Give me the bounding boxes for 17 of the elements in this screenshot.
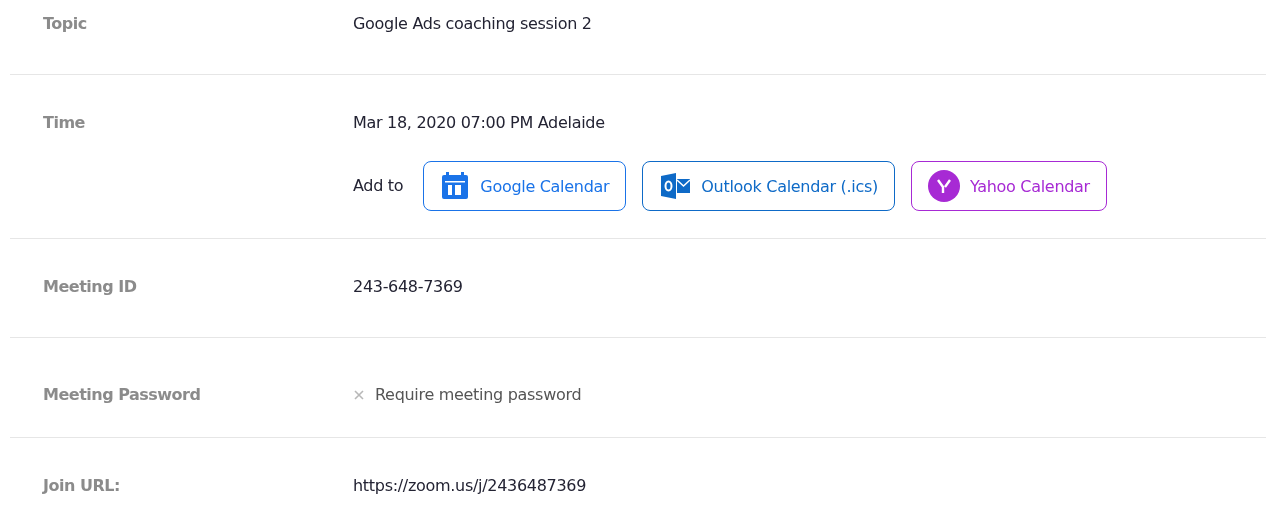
envelope-icon [659,171,692,201]
calendar-button[interactable]: Google Calendar [423,161,627,211]
field-label: Meeting Password [42,385,202,405]
calendar-button[interactable]: Yahoo Calendar [910,161,1107,211]
circle-logo-icon [927,170,960,202]
calendar-icon [440,171,471,201]
field-value: Mar 18, 2020 07:00 PM Adelaide [353,113,606,133]
field-value: https://zoom.us/j/2436487369 [353,476,587,496]
add-to-label: Add to [353,176,404,196]
field-label: Time [42,113,86,134]
field-value: Require meeting password [375,385,582,405]
field-value: 243-648-7369 [353,277,463,297]
calendar-button[interactable]: Outlook Calendar (.ics) [642,161,895,211]
field-label: Join URL: [41,476,121,496]
field-label: Topic [42,14,88,34]
field-value: Google Ads coaching session 2 [353,14,592,34]
field-label: Meeting ID [42,277,138,297]
